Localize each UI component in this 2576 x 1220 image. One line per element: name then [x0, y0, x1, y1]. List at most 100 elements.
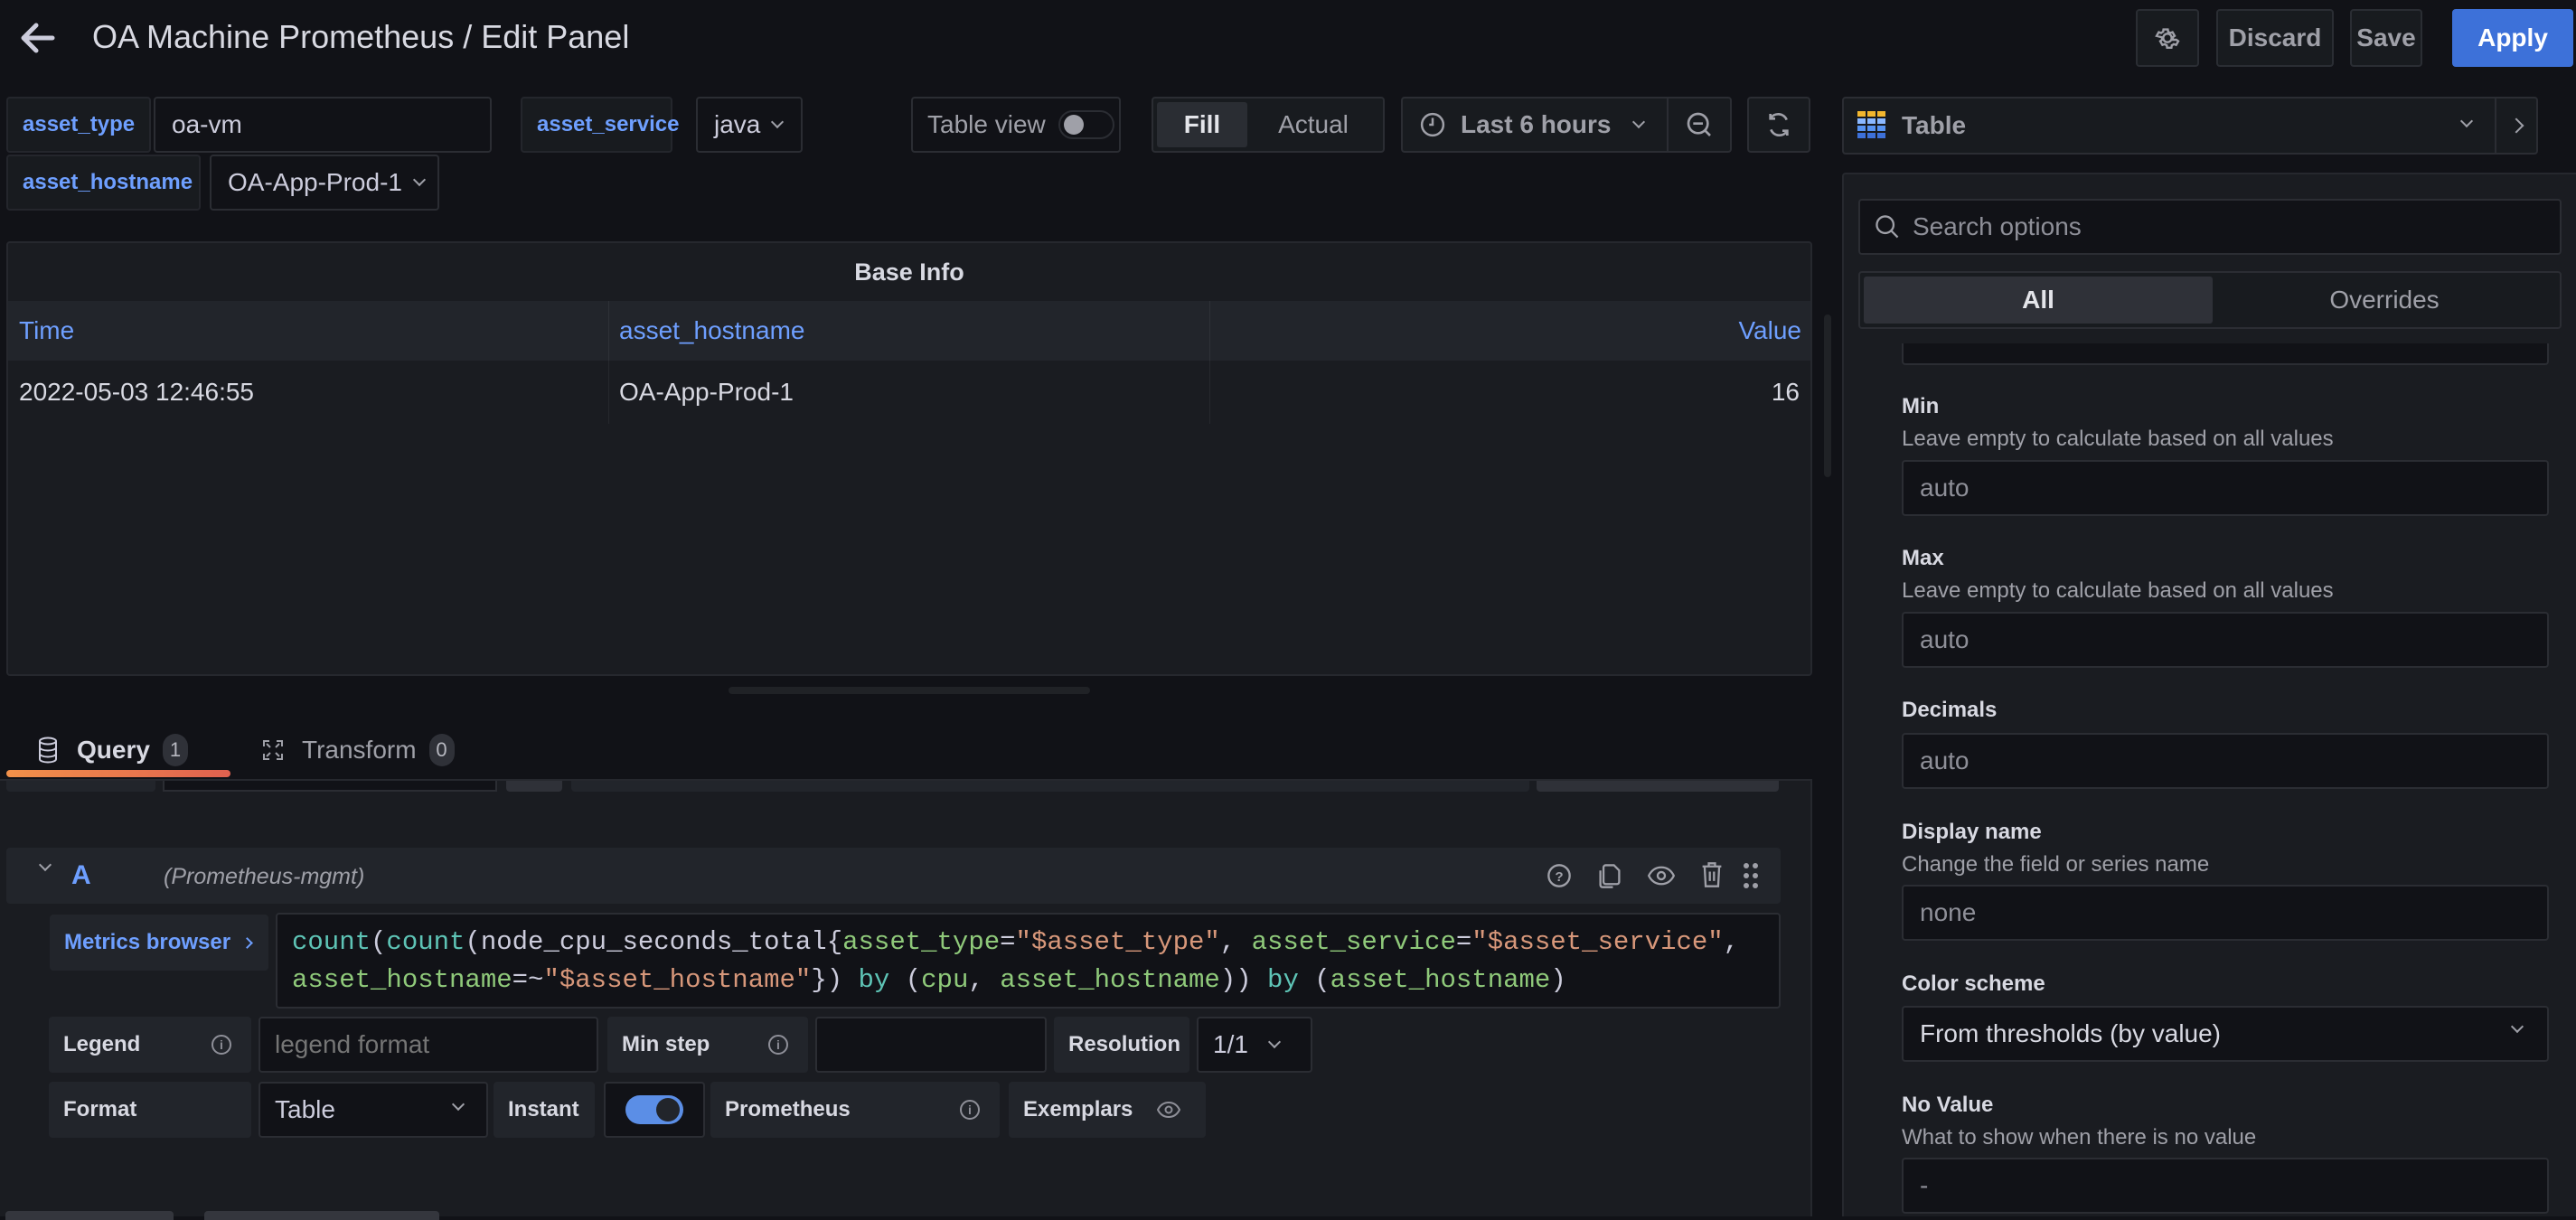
table-viz-icon	[1857, 111, 1885, 138]
format-select[interactable]: Table	[259, 1082, 488, 1138]
refresh-button[interactable]	[1747, 97, 1810, 153]
chevron-right-icon	[241, 936, 253, 949]
min-step-input[interactable]	[815, 1017, 1047, 1073]
resolution-select[interactable]: 1/1	[1197, 1017, 1312, 1073]
clipped-option-input[interactable]	[1902, 343, 2549, 365]
chevron-down-icon	[1267, 1035, 1282, 1049]
dashboard-settings-button[interactable]	[2136, 9, 2199, 67]
code-token: asset_hostname	[292, 965, 512, 995]
option-title-display-name: Display name	[1902, 820, 2042, 844]
option-description-display-name: Change the field or series name	[1902, 852, 2210, 877]
back-button[interactable]	[16, 16, 60, 60]
code-token: "$asset_type"	[1015, 927, 1220, 957]
add-query-button[interactable]	[5, 1211, 174, 1220]
cell-value: 16	[1771, 378, 1800, 406]
fill-option[interactable]: Fill	[1157, 102, 1247, 147]
query-expression-editor[interactable]: count(count(node_cpu_seconds_total{asset…	[276, 913, 1781, 1009]
chevron-down-icon	[2510, 1019, 2524, 1034]
drag-handle-icon[interactable]	[1742, 861, 1760, 890]
column-header-time[interactable]: Time	[19, 301, 74, 361]
option-title-color-scheme: Color scheme	[1902, 971, 2045, 996]
visualization-name: Table	[1902, 111, 1967, 139]
save-button[interactable]: Save	[2350, 9, 2422, 67]
legend-label: Legend	[63, 1032, 141, 1056]
eye-icon[interactable]	[1157, 1100, 1180, 1120]
trash-icon[interactable]	[1700, 861, 1724, 888]
tab-query[interactable]: Query 1	[6, 723, 230, 777]
collapse-options-button[interactable]	[2495, 97, 2538, 155]
editor-scrollbar[interactable]	[1824, 314, 1831, 477]
code-token: asset_service	[1251, 927, 1456, 957]
query-ref-id[interactable]: A	[71, 860, 91, 891]
option-title-no-value: No Value	[1902, 1093, 1994, 1117]
code-token: ,	[1219, 927, 1252, 957]
column-header-value[interactable]: Value	[1738, 301, 1801, 361]
eye-icon[interactable]	[1648, 864, 1675, 887]
code-token: =~	[512, 965, 544, 995]
actual-option[interactable]: Actual	[1247, 102, 1379, 147]
zoom-out-button[interactable]	[1667, 97, 1732, 153]
instant-label: Instant	[494, 1082, 595, 1138]
panel-resize-handle[interactable]	[729, 687, 1090, 694]
cell-asset-hostname: OA-App-Prod-1	[619, 378, 794, 406]
option-title-decimals: Decimals	[1902, 698, 1998, 722]
info-icon[interactable]: i	[960, 1100, 980, 1120]
search-icon	[1876, 215, 1899, 239]
format-value: Table	[275, 1095, 335, 1123]
table-view-toggle[interactable]: Table view	[911, 97, 1121, 153]
tab-overrides[interactable]: Overrides	[2213, 277, 2556, 324]
code-token: (node_cpu_seconds_total{	[465, 927, 843, 957]
visualization-picker[interactable]: Table	[1842, 97, 2496, 155]
legend-format-input[interactable]	[259, 1017, 598, 1073]
code-token: asset_type	[842, 927, 1001, 957]
discard-button[interactable]: Discard	[2216, 9, 2334, 67]
option-description-min: Leave empty to calculate based on all va…	[1902, 427, 2334, 451]
search-options-placeholder: Search options	[1913, 212, 2082, 240]
duplicate-query-icon[interactable]	[1597, 862, 1622, 889]
info-icon[interactable]: i	[212, 1035, 231, 1055]
collapse-query-icon[interactable]	[38, 858, 52, 872]
variable-label-asset-service: asset_service	[521, 97, 679, 153]
tab-count-badge: 0	[428, 734, 455, 766]
code-token: asset_hostname	[1000, 965, 1220, 995]
display-name-input[interactable]: none	[1902, 885, 2549, 941]
toggle-switch[interactable]	[1058, 110, 1114, 139]
metrics-browser-label: Metrics browser	[64, 930, 231, 954]
max-input[interactable]: auto	[1902, 612, 2549, 668]
min-step-label: Min step	[622, 1032, 710, 1056]
toggle-switch-on[interactable]	[625, 1095, 683, 1124]
chevron-down-icon	[412, 173, 427, 187]
panel-preview: Base Info Time asset_hostname Value 2022…	[6, 241, 1812, 676]
no-value-input[interactable]: -	[1902, 1158, 2549, 1214]
fill-actual-radio-group: Fill Actual	[1152, 97, 1385, 153]
instant-toggle[interactable]	[604, 1082, 705, 1138]
option-title-min: Min	[1902, 394, 1940, 418]
code-token: =	[1000, 927, 1016, 957]
chevron-down-icon	[2459, 114, 2474, 128]
variable-input-asset-type[interactable]: oa-vm	[154, 97, 492, 153]
metrics-browser-button[interactable]: Metrics browser	[50, 915, 268, 971]
clock-icon	[1420, 112, 1445, 137]
tab-active-underline	[6, 770, 230, 777]
variable-select-asset-hostname[interactable]: OA-App-Prod-1	[210, 155, 439, 211]
table-view-label: Table view	[927, 110, 1046, 138]
min-input[interactable]: auto	[1902, 460, 2549, 516]
info-icon[interactable]: i	[768, 1035, 788, 1055]
help-icon[interactable]: ?	[1547, 863, 1572, 888]
code-token: count	[386, 927, 465, 957]
apply-button[interactable]: Apply	[2452, 9, 2573, 67]
format-label: Format	[49, 1082, 251, 1138]
search-options-input[interactable]: Search options	[1858, 199, 2562, 255]
color-scheme-select[interactable]: From thresholds (by value)	[1902, 1006, 2549, 1062]
time-range-picker[interactable]: Last 6 hours	[1401, 97, 1669, 153]
column-header-asset-hostname[interactable]: asset_hostname	[619, 301, 804, 361]
arrow-left-icon	[21, 23, 55, 53]
expressions-button[interactable]	[204, 1211, 439, 1220]
variable-label-asset-hostname: asset_hostname	[6, 155, 201, 211]
variable-select-asset-service[interactable]: java	[696, 97, 803, 153]
decimals-input[interactable]: auto	[1902, 733, 2549, 789]
chevron-down-icon	[771, 115, 785, 129]
query-row-header[interactable]: A (Prometheus-mgmt) ?	[6, 848, 1781, 904]
tab-all[interactable]: All	[1864, 277, 2213, 324]
tab-transform[interactable]: Transform 0	[253, 723, 488, 777]
